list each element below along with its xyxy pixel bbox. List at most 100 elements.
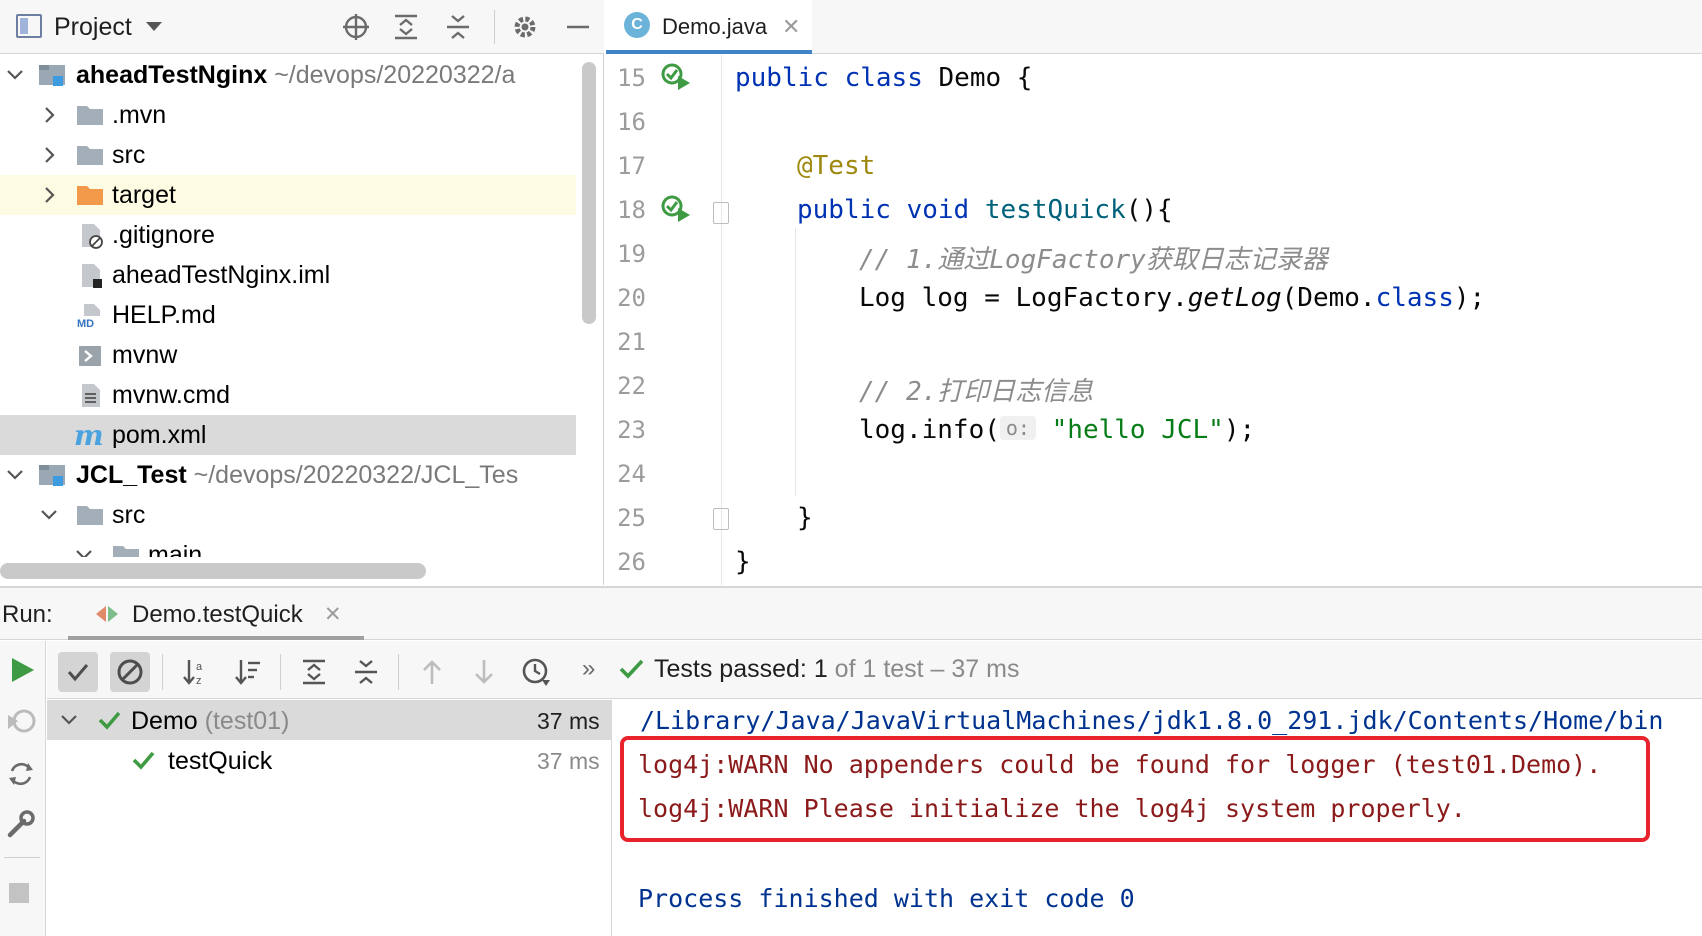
fold-icon[interactable] xyxy=(713,202,729,224)
project-vertical-scrollbar[interactable] xyxy=(582,62,596,324)
tree-item-pom-xml[interactable]: m pom.xml xyxy=(0,415,576,455)
chevron-right-icon[interactable] xyxy=(39,183,59,207)
status-prefix: Tests passed: xyxy=(654,655,807,683)
expand-all-icon[interactable] xyxy=(391,12,421,42)
run-test-class-icon[interactable] xyxy=(660,62,692,97)
project-panel-title[interactable]: Project xyxy=(54,13,132,42)
iml-file-icon xyxy=(78,263,106,288)
passed-check-icon xyxy=(131,748,157,777)
expand-all-icon[interactable] xyxy=(294,652,334,692)
tree-item-gitignore[interactable]: .gitignore xyxy=(0,215,576,255)
collapse-all-icon[interactable] xyxy=(443,12,473,42)
close-icon[interactable]: ✕ xyxy=(324,602,342,627)
test-config-icon xyxy=(94,602,120,631)
tree-item-jcl-test[interactable]: JCL_Test ~/devops/20220322/JCL_Tes xyxy=(0,455,576,495)
folder-orange-icon xyxy=(76,183,104,207)
code-line-25: } xyxy=(797,503,813,533)
tree-item-label: mvnw xyxy=(112,341,178,369)
gear-icon[interactable] xyxy=(510,12,540,42)
tree-item-path: ~/devops/20220322/JCL_Tes xyxy=(193,461,519,489)
editor-tab-label: Demo.java xyxy=(662,14,768,39)
folder-icon xyxy=(112,543,140,557)
indent-guide xyxy=(795,228,796,496)
show-passed-icon[interactable] xyxy=(58,652,98,692)
tree-item-label: mvnw.cmd xyxy=(112,381,231,409)
tree-item-label: .mvn xyxy=(112,101,167,129)
tree-item-path: ~/devops/20220322/a xyxy=(274,61,516,89)
svg-text:m: m xyxy=(74,423,104,449)
tree-item-mvnw[interactable]: mvnw xyxy=(0,335,576,375)
code-line-26: } xyxy=(735,547,751,577)
chevron-down-icon[interactable] xyxy=(5,463,25,487)
tree-item-target[interactable]: target xyxy=(0,175,576,215)
toolbar-divider xyxy=(280,654,281,690)
previous-test-icon[interactable] xyxy=(412,652,452,692)
tree-item-help-md[interactable]: MD HELP.md xyxy=(0,295,576,335)
sort-alphabetically-icon[interactable]: az xyxy=(176,652,216,692)
tree-item-src[interactable]: src xyxy=(0,495,576,535)
toolbar-divider xyxy=(398,654,399,690)
tab-demo-java[interactable]: C Demo.java ✕ xyxy=(606,0,812,54)
rerun-failed-icon[interactable] xyxy=(6,707,38,742)
module-icon xyxy=(38,463,66,487)
tree-item-main[interactable]: main xyxy=(0,535,576,557)
passed-check-icon xyxy=(97,708,123,737)
code-line-22: // 2.打印日志信息 xyxy=(859,377,1094,407)
project-horizontal-scrollbar[interactable] xyxy=(0,563,426,579)
tree-item-aheadtestnginx[interactable]: aheadTestNginx ~/devops/20220322/a xyxy=(0,55,576,95)
test-duration: 37 ms xyxy=(537,708,600,734)
markdown-file-icon: MD xyxy=(76,303,104,330)
folder-icon xyxy=(76,103,104,127)
chevron-down-icon[interactable] xyxy=(39,503,59,527)
tree-item-iml[interactable]: aheadTestNginx.iml xyxy=(0,255,576,295)
tree-item-label: target xyxy=(112,181,176,209)
tree-item-mvnw-cmd[interactable]: mvnw.cmd xyxy=(0,375,576,415)
tab-demo-testquick[interactable]: Demo.testQuick ✕ xyxy=(68,588,364,640)
toggle-auto-test-icon[interactable] xyxy=(6,759,36,794)
folder-icon xyxy=(76,143,104,167)
module-icon xyxy=(38,63,66,87)
show-ignored-icon[interactable] xyxy=(110,652,150,692)
highlight-box xyxy=(620,736,1650,842)
stop-icon[interactable] xyxy=(9,883,29,903)
chevron-right-icon[interactable] xyxy=(39,143,59,167)
gitignore-file-icon xyxy=(78,223,106,249)
close-icon[interactable]: ✕ xyxy=(782,14,800,40)
sort-by-duration-icon[interactable] xyxy=(228,652,268,692)
chevron-down-icon[interactable] xyxy=(59,708,79,737)
fold-icon[interactable] xyxy=(713,508,729,530)
tree-item-label: aheadTestNginx xyxy=(76,61,268,89)
status-count: 1 xyxy=(813,655,828,683)
tree-item-mvn[interactable]: .mvn xyxy=(0,95,576,135)
next-test-icon[interactable] xyxy=(464,652,504,692)
code-line-23: log.info(o: "hello JCL"); xyxy=(859,415,1256,445)
code-line-18: public void testQuick(){ xyxy=(797,195,1173,225)
locate-icon[interactable] xyxy=(341,12,371,42)
rerun-icon[interactable] xyxy=(8,655,36,690)
chevron-down-icon[interactable] xyxy=(74,543,94,557)
test-case-row[interactable]: testQuick 37 ms xyxy=(47,740,612,780)
line-number: 20 xyxy=(617,284,646,312)
wrench-icon[interactable] xyxy=(6,809,36,844)
run-label: Run: xyxy=(2,601,53,628)
code-line-20: Log log = LogFactory.getLog(Demo.class); xyxy=(859,283,1486,313)
run-side-toolbar xyxy=(0,641,46,936)
parameter-hint: o: xyxy=(999,416,1036,440)
line-number: 21 xyxy=(617,328,646,356)
tree-item-label: src xyxy=(112,501,146,529)
test-history-icon[interactable] xyxy=(516,652,556,692)
collapse-all-icon[interactable] xyxy=(346,652,386,692)
line-number: 25 xyxy=(617,504,646,532)
more-actions-icon[interactable]: » xyxy=(582,655,595,683)
run-test-method-icon[interactable] xyxy=(660,194,692,229)
tree-item-src[interactable]: src xyxy=(0,135,576,175)
chevron-right-icon[interactable] xyxy=(39,103,59,127)
chevron-down-icon[interactable] xyxy=(146,22,162,31)
toolbar-divider xyxy=(162,654,163,690)
test-suite-row[interactable]: Demo (test01) 37 ms xyxy=(47,700,612,740)
strip-divider xyxy=(4,857,40,858)
code-line-17: @Test xyxy=(797,151,876,181)
chevron-down-icon[interactable] xyxy=(5,63,25,87)
hide-panel-icon[interactable] xyxy=(563,12,593,42)
console-line-exit: Process finished with exit code 0 xyxy=(638,884,1135,913)
